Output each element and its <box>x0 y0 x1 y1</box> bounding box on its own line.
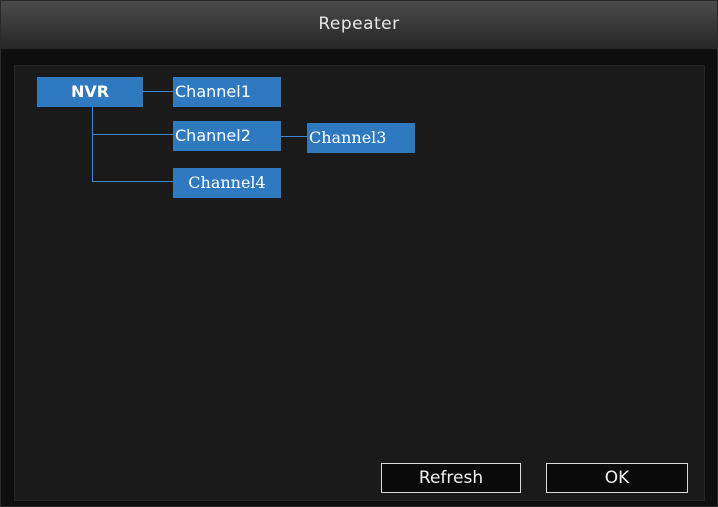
connector-trunk-channel2 <box>92 134 173 135</box>
refresh-button[interactable]: Refresh <box>381 463 521 493</box>
repeater-tree-panel: NVR Channel1 Channel2 Channel3 Channel4 <box>14 65 705 501</box>
connector-trunk <box>92 107 93 182</box>
node-channel4[interactable]: Channel4 <box>173 168 281 198</box>
dialog-title: Repeater <box>318 14 400 34</box>
node-channel1[interactable]: Channel1 <box>173 77 281 107</box>
connector-channel2-channel3 <box>281 136 307 137</box>
connector-trunk-channel4 <box>92 181 173 182</box>
title-bar: Repeater <box>1 1 717 50</box>
ok-button[interactable]: OK <box>546 463 688 493</box>
node-channel3[interactable]: Channel3 <box>307 123 415 153</box>
node-nvr[interactable]: NVR <box>37 77 143 107</box>
node-channel2[interactable]: Channel2 <box>173 121 281 151</box>
repeater-dialog: Repeater NVR Channel1 Channel2 Channel3 … <box>0 0 718 507</box>
connector-nvr-channel1 <box>143 91 173 92</box>
